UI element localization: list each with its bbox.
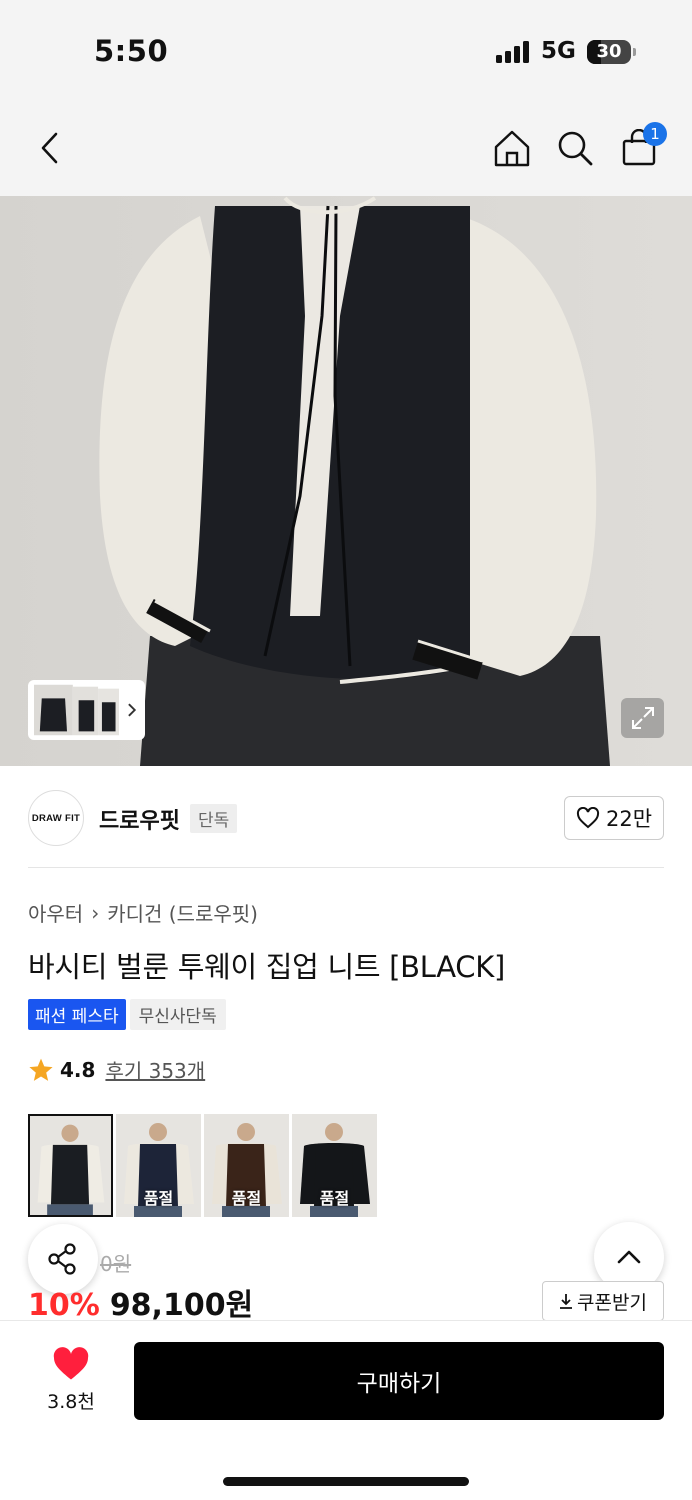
share-icon [48,1243,76,1275]
heart-outline-icon [576,807,600,829]
image-gallery-thumbnails[interactable] [28,680,145,740]
product-badges: 패션 페스타 무신사단독 [28,999,226,1030]
price-row: 10% 98,100원 [28,1280,253,1324]
breadcrumb-category[interactable]: 아우터 [28,898,83,927]
download-icon [560,1294,573,1309]
brand-logo[interactable]: DRAW FIT [28,790,84,846]
battery-icon: 30 [587,40,631,64]
expand-icon [631,707,654,729]
signal-icon [496,41,532,63]
battery-level: 30 [596,41,622,62]
top-nav: 1 [0,100,692,196]
discount-rate: 10% [28,1288,100,1323]
chevron-left-icon [41,132,58,164]
breadcrumb-subcategory[interactable]: 카디건 (드로우핏) [107,898,258,927]
rating-row: 4.8 후기 353개 [28,1055,205,1084]
status-time: 5:50 [94,34,169,68]
network-type: 5G [541,38,576,64]
home-indicator [223,1477,469,1486]
status-bar: 5:50 5G 30 [0,0,692,100]
review-count-link[interactable]: 후기 353개 [105,1055,205,1084]
musinsa-exclusive-badge: 무신사단독 [129,999,226,1030]
wishlist-count: 3.8천 [47,1391,95,1413]
cart-button[interactable]: 1 [617,122,667,170]
brand-like-count: 22만 [605,807,653,831]
search-icon [558,131,593,166]
soldout-label: 품절 [319,1189,350,1208]
battery-tip [633,48,636,56]
brand-row: DRAW FIT 드로우핏 단독 22만 [28,788,664,848]
chevron-right-icon [128,703,137,717]
sale-price: 98,100원 [109,1288,254,1323]
wishlist-button[interactable]: 3.8천 [36,1347,106,1414]
home-icon [494,130,530,167]
color-option[interactable] [28,1114,113,1217]
color-options: 품절 품절 품절 [28,1114,377,1217]
back-button[interactable] [28,126,72,170]
color-option[interactable]: 품절 [204,1114,289,1217]
breadcrumb: 아우터 › 카디건 (드로우핏) [28,898,258,927]
product-title: 바시티 벌룬 투웨이 집업 니트 [BLACK] [28,950,505,984]
rating-value: 4.8 [60,1057,96,1082]
color-option[interactable]: 품절 [116,1114,201,1217]
original-price: 0원 [100,1252,132,1276]
coupon-label: 쿠폰받기 [577,1291,647,1314]
product-hero-image[interactable] [0,196,692,766]
heart-filled-icon [53,1347,89,1380]
color-option[interactable]: 품절 [292,1114,377,1217]
bottom-action-bar: 3.8천 구매하기 [0,1320,692,1500]
chevron-up-icon [617,1250,641,1264]
star-icon [29,1058,53,1081]
brand-like-button[interactable]: 22만 [564,796,664,840]
color-option-thumbnail [30,1116,111,1215]
exclusive-tag: 단독 [190,804,238,833]
coupon-button[interactable]: 쿠폰받기 [542,1281,664,1321]
search-button[interactable] [553,126,597,170]
fashion-festa-badge: 패션 페스타 [28,999,126,1030]
soldout-label: 품절 [143,1189,174,1208]
gallery-thumbnail-preview [34,684,120,736]
soldout-label: 품절 [231,1189,262,1208]
section-divider [28,867,664,868]
home-button[interactable] [490,126,534,170]
fullscreen-button[interactable] [621,698,664,738]
cart-count-badge: 1 [643,122,667,146]
breadcrumb-separator: › [91,900,100,925]
buy-button[interactable]: 구매하기 [134,1342,664,1420]
brand-name[interactable]: 드로우핏 [99,803,180,835]
